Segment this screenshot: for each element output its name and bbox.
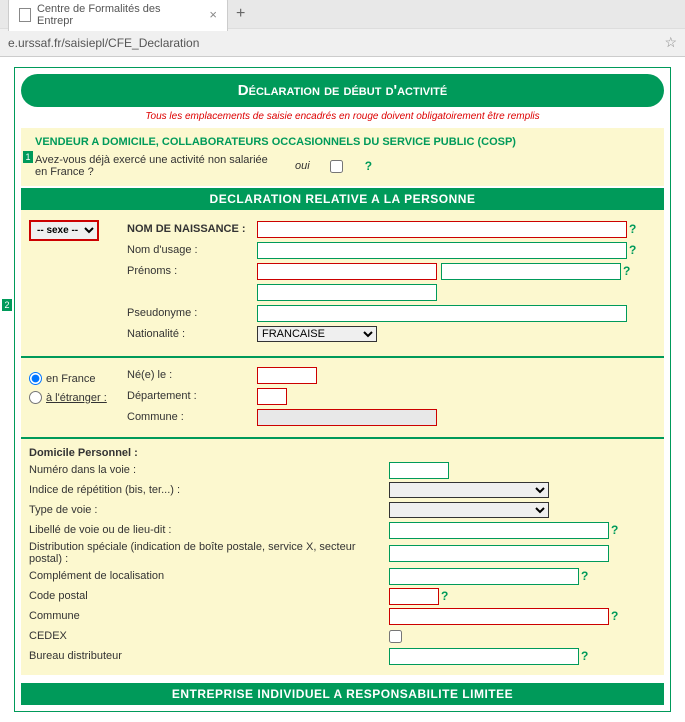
input-bureau[interactable] [389,648,579,665]
input-libelle[interactable] [389,522,609,539]
address-block: Domicile Personnel : Numéro dans la voie… [21,439,664,675]
oui-checkbox[interactable] [330,160,343,173]
form-frame: Déclaration de début d'activité Tous les… [14,67,671,712]
browser-tab[interactable]: Centre de Formalités des Entrepr × [8,0,228,31]
section-heading: VENDEUR A DOMICILE, COLLABORATEURS OCCAS… [35,136,656,148]
label-dept: Département : [127,390,257,402]
input-distrib[interactable] [389,545,609,562]
section-number: 2 [2,299,12,311]
radio-etranger[interactable] [29,391,42,404]
label-nee: Né(e) le : [127,369,257,381]
input-commune-naissance[interactable] [257,409,437,426]
question-activite: Avez-vous déjà exercé une activité non s… [35,154,275,178]
radio-en-france[interactable] [29,372,42,385]
new-tab-button[interactable]: + [236,5,245,23]
address-heading: Domicile Personnel : [29,447,656,459]
oui-label: oui [295,160,310,172]
select-nationalite[interactable]: FRANCAISE [257,326,377,342]
url-text: e.urssaf.fr/saisiepl/CFE_Declaration [8,36,664,50]
browser-chrome: Centre de Formalités des Entrepr × + e.u… [0,0,685,57]
label-commune: Commune : [127,411,257,423]
input-commune-addr[interactable] [389,608,609,625]
help-icon[interactable]: ? [365,159,372,173]
help-icon[interactable]: ? [629,243,636,257]
label-typevoie: Type de voie : [29,504,389,516]
label-complement: Complément de localisation [29,570,389,582]
help-icon[interactable]: ? [441,589,448,603]
select-typevoie[interactable] [389,502,549,518]
label-libelle: Libellé de voie ou de lieu-dit : [29,524,389,536]
help-icon[interactable]: ? [629,222,636,236]
input-dept[interactable] [257,388,287,405]
label-pseudo: Pseudonyme : [127,307,257,319]
help-icon[interactable]: ? [623,264,630,278]
input-nee[interactable] [257,367,317,384]
input-prenom-2[interactable] [441,263,621,280]
label-bureau: Bureau distributeur [29,650,389,662]
input-prenom-3[interactable] [257,284,437,301]
help-icon[interactable]: ? [611,609,618,623]
label-nom-naissance: NOM DE NAISSANCE : [127,223,257,235]
help-icon[interactable]: ? [581,569,588,583]
select-indice[interactable] [389,482,549,498]
label-distrib: Distribution spéciale (indication de boî… [29,541,389,565]
tab-bar: Centre de Formalités des Entrepr × + [0,0,685,28]
help-icon[interactable]: ? [611,523,618,537]
address-bar[interactable]: e.urssaf.fr/saisiepl/CFE_Declaration ☆ [0,28,685,56]
close-icon[interactable]: × [209,7,217,22]
input-prenom-1[interactable] [257,263,437,280]
birth-block: en France à l'étranger : Né(e) le : Dépa… [21,358,664,437]
label-commune-addr: Commune [29,610,389,622]
tab-title: Centre de Formalités des Entrepr [37,3,199,27]
input-pseudo[interactable] [257,305,627,322]
label-numero: Numéro dans la voie : [29,464,389,476]
input-numero[interactable] [389,462,449,479]
label-nom-usage: Nom d'usage : [127,244,257,256]
label-cedex: CEDEX [29,630,389,642]
input-complement[interactable] [389,568,579,585]
page-icon [19,8,31,22]
input-nom-usage[interactable] [257,242,627,259]
section-header-person: DECLARATION RELATIVE A LA PERSONNE [21,188,664,210]
label-etranger[interactable]: à l'étranger : [46,392,107,404]
page-content: Déclaration de début d'activité Tous les… [0,57,685,722]
person-block: 2 -- sexe -- NOM DE NAISSANCE : ? Nom d'… [21,210,664,356]
help-icon[interactable]: ? [581,649,588,663]
page-title: Déclaration de début d'activité [21,74,664,107]
input-nom-naissance[interactable] [257,221,627,238]
section-vendeur: 1 VENDEUR A DOMICILE, COLLABORATEURS OCC… [21,128,664,186]
checkbox-cedex[interactable] [389,630,402,643]
label-nationalite: Nationalité : [127,328,257,340]
instruction-text: Tous les emplacements de saisie encadrés… [21,111,664,122]
sexe-select[interactable]: -- sexe -- [29,220,99,241]
label-en-france: en France [46,373,96,385]
label-cp: Code postal [29,590,389,602]
label-indice: Indice de répétition (bis, ter...) : [29,484,389,496]
favorites-icon[interactable]: ☆ [664,34,677,51]
section-header-ei: ENTREPRISE INDIVIDUEL A RESPONSABILITE L… [21,683,664,705]
label-prenoms: Prénoms : [127,265,257,277]
section-number: 1 [23,151,33,163]
input-cp[interactable] [389,588,439,605]
